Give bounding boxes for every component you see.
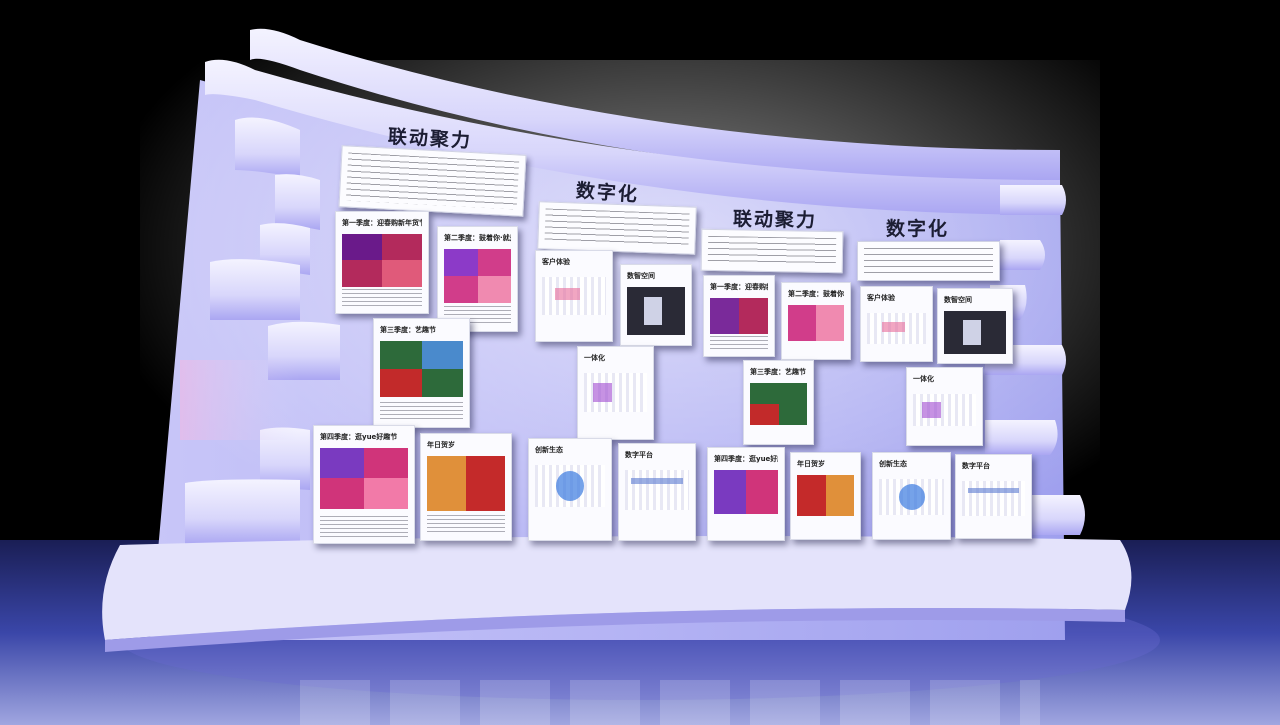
intro-text-block-2 [537,201,697,255]
panel-photo [788,305,844,342]
panel-chart [535,465,605,508]
panel-q2-festival: 第二季度：鼓着你·就是你·暖在节 [437,226,518,332]
panel-title: 第一季度：迎春购新年货节 [710,283,768,291]
panel-photo [444,249,511,304]
panel-title: 客户体验 [867,294,895,302]
panel-digital-platform-1: 数字平台 [618,443,696,541]
wall-band-3 [235,117,300,178]
panel-integration-1: 一体化 [577,346,654,440]
panel-title: 年日贺岁 [427,441,455,449]
panel-chart [584,373,647,412]
panel-smart-space-2: 数智空间 [937,288,1013,364]
heading-digital-2: 数字化 [886,218,950,240]
panel-title: 第四季度：逛yue好趣节 [320,433,398,441]
intro-text-block-3 [700,228,844,274]
intro-text-block-4 [857,241,1000,281]
panel-title: 一体化 [913,375,934,383]
panel-photo [944,311,1006,354]
wall-band-right-2 [1000,240,1045,270]
panel-title: 数字平台 [962,462,990,470]
panel-title: 创新生态 [535,446,563,454]
panel-q4-festival: 第四季度：逛yue好趣节 [313,425,415,544]
panel-title: 数智空间 [627,272,655,280]
panel-title: 客户体验 [542,258,570,266]
panel-photo [750,383,807,425]
panel-chart [913,394,976,427]
panel-new-year-2: 年日贺岁 [790,452,861,540]
panel-chart [962,481,1025,516]
panel-photo [714,470,778,515]
panel-title: 数智空间 [944,296,972,304]
panel-customer-experience-1: 客户体验 [535,250,613,342]
floor-reflection [300,680,1040,725]
panel-title: 第二季度：鼓着你·就是你·暖在节 [444,234,511,242]
panel-title: 第一季度：迎春购新年货节 [342,219,422,227]
wall-pink-glow [180,360,300,440]
heading-linkage-2: 联动聚力 [732,208,818,232]
wall-band-9 [185,479,300,545]
panel-q1-festival: 第一季度：迎春购新年货节 [335,211,429,314]
panel-q2-festival-2: 第二季度：鼓着你·就是你·暖在节 [781,282,851,360]
panel-photo [710,298,768,334]
intro-text-block-1 [338,145,527,217]
panel-title: 年日贺岁 [797,460,825,468]
panel-q1-festival-2: 第一季度：迎春购新年货节 [703,275,775,357]
panel-title: 第三季度：艺趣节 [750,368,806,376]
panel-q4-festival-2: 第四季度：逛yue好趣节 [707,447,785,541]
panel-photo [342,234,422,287]
panel-photo [627,287,685,335]
panel-innovation-ecosystem-2: 创新生态 [872,452,951,540]
panel-photo [320,448,408,509]
panel-photo [797,475,854,517]
panel-chart [625,470,689,511]
panel-title: 一体化 [584,354,605,362]
panel-q3-art: 第三季度：艺趣节 [373,318,470,428]
exhibition-wall-render: 联动聚力 数字化 联动聚力 数字化 第一季度：迎春购新年货节 第二季度：鼓着你·… [0,0,1280,725]
panel-photo [380,341,463,398]
panel-title: 第四季度：逛yue好趣节 [714,455,778,463]
panel-digital-platform-2: 数字平台 [955,454,1032,539]
panel-chart [542,277,606,315]
wall-band-right-5 [985,420,1058,455]
panel-innovation-ecosystem-1: 创新生态 [528,438,612,541]
wall-band-right-1 [1000,185,1066,215]
panel-title: 第三季度：艺趣节 [380,326,436,334]
panel-chart [867,313,926,345]
panel-integration-2: 一体化 [906,367,983,446]
panel-q3-art-2: 第三季度：艺趣节 [743,360,814,445]
wall-band-6 [210,259,300,320]
panel-new-year: 年日贺岁 [420,433,512,541]
panel-title: 第二季度：鼓着你·就是你·暖在节 [788,290,844,298]
panel-title: 创新生态 [879,460,907,468]
panel-title: 数字平台 [625,451,653,459]
panel-chart [879,479,944,516]
panel-smart-space-1: 数智空间 [620,264,692,346]
panel-customer-experience-2: 客户体验 [860,286,933,362]
panel-photo [427,456,505,512]
wall-band-4 [275,174,320,230]
